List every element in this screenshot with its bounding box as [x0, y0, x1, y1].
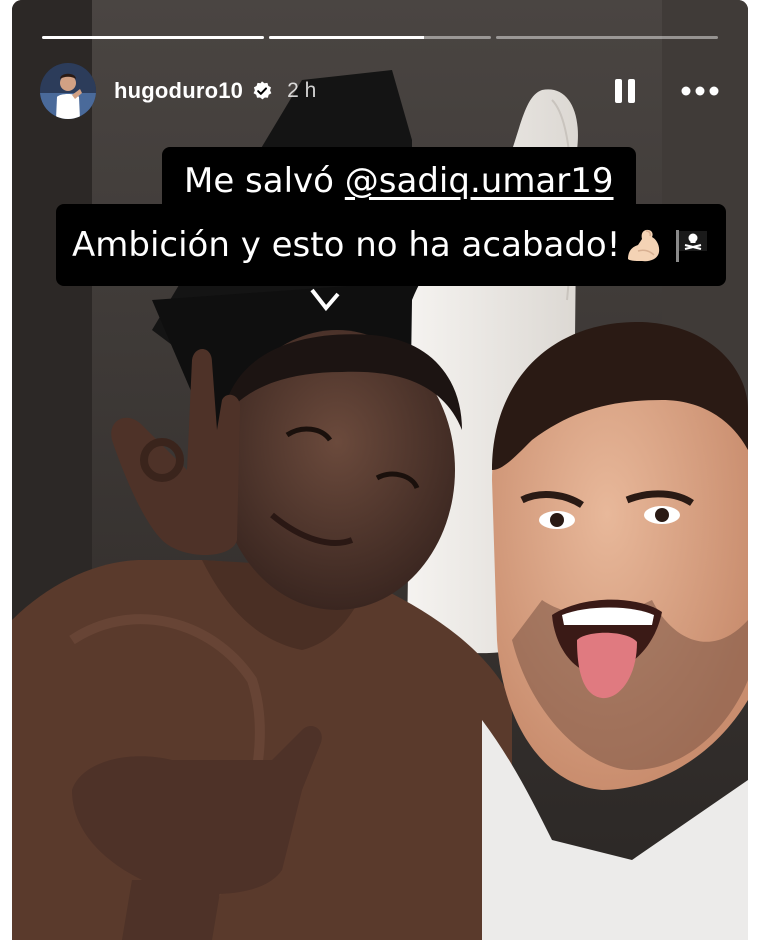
more-options-button[interactable] [680, 76, 720, 106]
flexed-biceps-icon [628, 229, 660, 262]
username[interactable]: hugoduro10 [114, 78, 243, 104]
story-progress [42, 36, 718, 40]
progress-fill [269, 36, 425, 39]
pirate-flag-icon [676, 230, 708, 262]
progress-fill [42, 36, 264, 39]
story-viewer[interactable]: hugoduro10 2 h Ambición y esto no ha aca… [12, 0, 748, 940]
pause-icon [615, 79, 635, 103]
avatar[interactable] [40, 63, 96, 119]
verified-badge-icon [253, 81, 272, 100]
post-time: 2 h [287, 79, 317, 102]
story-photo [12, 0, 748, 940]
more-dots-icon [681, 86, 719, 96]
progress-segment [42, 36, 264, 39]
caption-text: Ambición y esto no ha acabado! [72, 225, 621, 265]
story-header: hugoduro10 2 h [40, 62, 720, 120]
caption-prefix: Me salvó [184, 161, 345, 201]
caption-line-1: Me salvó @sadiq.umar19 [162, 147, 636, 215]
avatar-image [40, 63, 96, 119]
mention-link[interactable]: @sadiq.umar19 [345, 164, 614, 198]
pause-button[interactable] [610, 76, 640, 106]
progress-segment [496, 36, 718, 39]
progress-segment [269, 36, 491, 39]
caption-line-2: Ambición y esto no ha acabado! [56, 204, 727, 286]
